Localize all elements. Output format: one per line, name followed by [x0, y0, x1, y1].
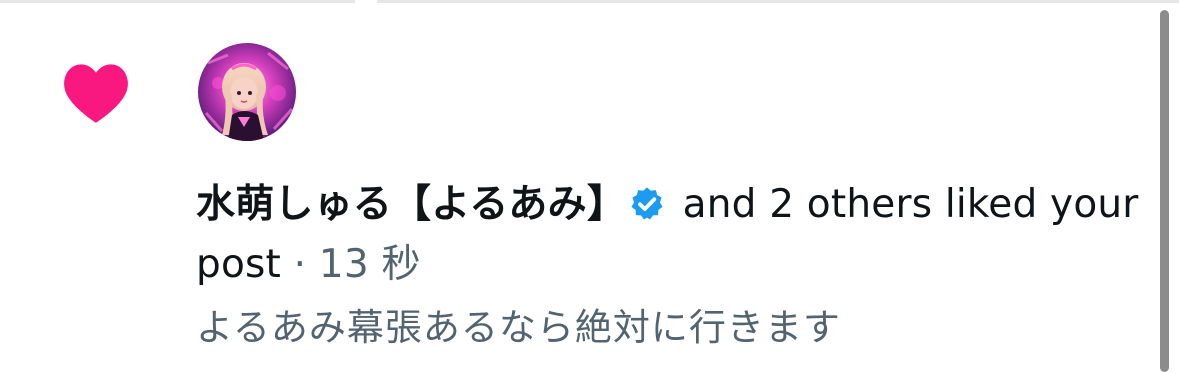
- top-divider: [0, 0, 1179, 3]
- separator: ·: [281, 242, 319, 287]
- divider-gap: [355, 0, 377, 6]
- scrollbar[interactable]: [1153, 0, 1179, 372]
- heart-icon: [64, 64, 128, 123]
- post-preview[interactable]: よるあみ幕張あるなら絶対に行きます: [196, 300, 1146, 356]
- scrollbar-thumb[interactable]: [1160, 10, 1169, 372]
- actor-name[interactable]: 水萌しゅる【よるあみ】: [196, 182, 626, 227]
- verified-badge-icon: [631, 187, 663, 220]
- timestamp: 13 秒: [318, 242, 421, 287]
- notification-content: 水萌しゅる【よるあみ】 and 2 others liked your post…: [196, 175, 1146, 356]
- user-avatar[interactable]: [198, 43, 296, 141]
- notification-headline: 水萌しゅる【よるあみ】 and 2 others liked your post…: [196, 175, 1146, 295]
- avatar-image: [198, 43, 296, 141]
